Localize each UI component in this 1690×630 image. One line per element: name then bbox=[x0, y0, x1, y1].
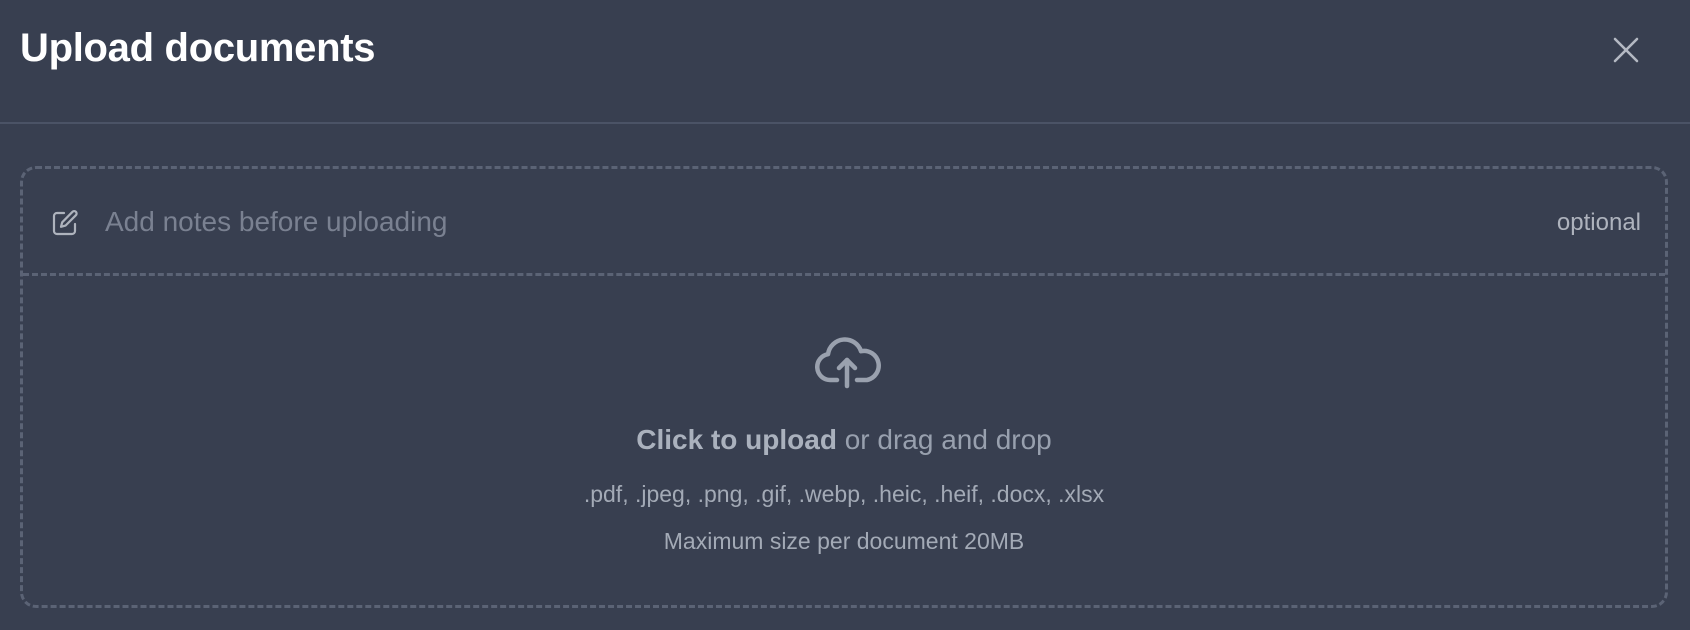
close-button[interactable] bbox=[1606, 30, 1646, 70]
close-icon bbox=[1613, 37, 1639, 63]
max-file-size: Maximum size per document 20MB bbox=[663, 528, 1025, 554]
upload-dropzone[interactable]: optional Click to upload or drag and dro… bbox=[20, 166, 1668, 608]
optional-label: optional bbox=[1556, 209, 1641, 236]
upload-area[interactable]: Click to upload or drag and drop .pdf, .… bbox=[23, 276, 1665, 605]
modal-title: Upload documents bbox=[20, 26, 376, 70]
edit-icon bbox=[52, 210, 78, 236]
modal-header: Upload documents bbox=[0, 0, 1690, 124]
upload-documents-modal: Upload documents optional Click to bbox=[0, 0, 1690, 630]
accepted-file-types: .pdf, .jpeg, .png, .gif, .webp, .heic, .… bbox=[583, 481, 1105, 507]
click-to-upload-link[interactable]: Click to upload bbox=[636, 424, 837, 455]
drag-drop-text: or drag and drop bbox=[836, 424, 1052, 455]
cloud-upload-icon bbox=[815, 337, 881, 389]
notes-input[interactable] bbox=[105, 197, 1465, 247]
notes-row: optional bbox=[23, 169, 1665, 276]
upload-instructions: Click to upload or drag and drop bbox=[23, 424, 1665, 456]
